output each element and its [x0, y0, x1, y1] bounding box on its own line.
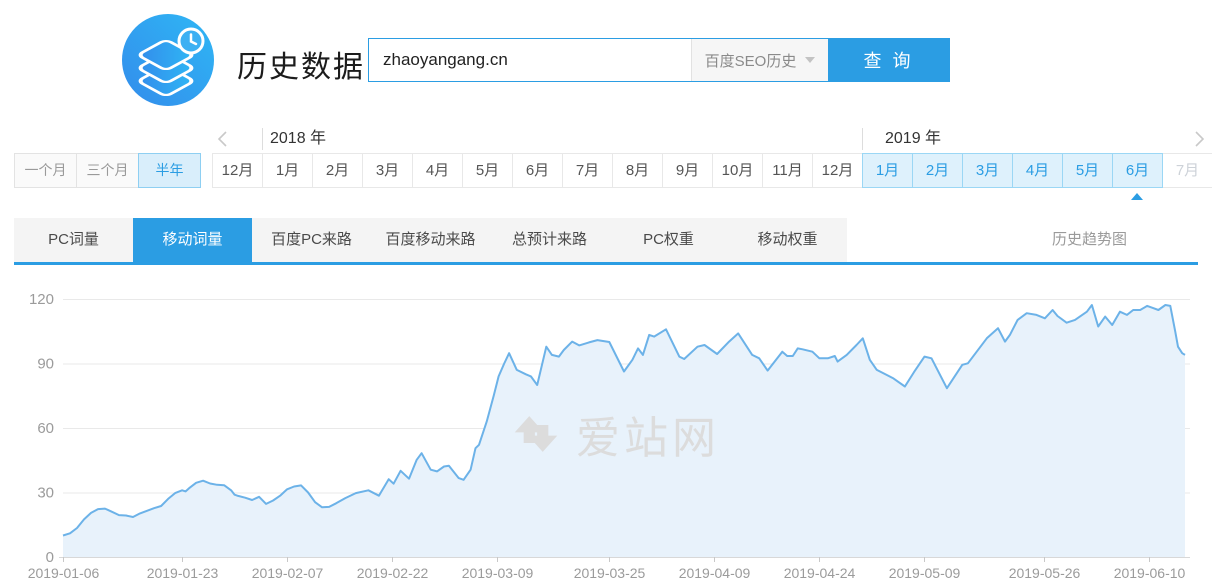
month-cell-6[interactable]: 6月 — [512, 153, 563, 188]
year-label-2018: 2018 年 — [270, 127, 326, 151]
chevron-down-icon — [805, 57, 815, 63]
month-cell-0[interactable]: 12月 — [212, 153, 263, 188]
period-three-months[interactable]: 三个月 — [76, 153, 139, 188]
tab-baidu-mobile-traffic[interactable]: 百度移动来路 — [371, 218, 490, 262]
svg-text:2019-01-06: 2019-01-06 — [28, 565, 100, 581]
month-cell-13[interactable]: 1月 — [862, 153, 913, 188]
svg-text:2019-03-09: 2019-03-09 — [462, 565, 534, 581]
month-cell-12[interactable]: 12月 — [812, 153, 863, 188]
year-divider — [862, 128, 863, 150]
month-cell-2[interactable]: 2月 — [312, 153, 363, 188]
svg-text:120: 120 — [29, 291, 54, 308]
area-chart-canvas: 0 30 60 90 120 2019-01-06 2019-01-23 2019-02-07… — [0, 280, 1212, 588]
history-data-icon — [122, 14, 214, 106]
month-cell-16[interactable]: 4月 — [1012, 153, 1063, 188]
tab-pc-weight[interactable]: PC权重 — [609, 218, 728, 262]
selected-month-pointer-icon — [1131, 193, 1143, 200]
month-cell-9[interactable]: 9月 — [662, 153, 713, 188]
prev-year-icon[interactable] — [214, 129, 232, 149]
svg-text:60: 60 — [37, 420, 54, 437]
clock-badge-icon — [179, 29, 203, 53]
year-label-2019: 2019 年 — [885, 127, 941, 151]
svg-text:2019-02-22: 2019-02-22 — [357, 565, 429, 581]
svg-text:2019-04-09: 2019-04-09 — [679, 565, 751, 581]
month-cell-11[interactable]: 11月 — [762, 153, 813, 188]
month-cell-19: 7月 — [1162, 153, 1212, 188]
svg-text:2019-05-09: 2019-05-09 — [889, 565, 961, 581]
next-year-icon[interactable] — [1190, 129, 1208, 149]
svg-text:2019-03-25: 2019-03-25 — [574, 565, 646, 581]
svg-text:30: 30 — [37, 485, 54, 502]
month-cell-18[interactable]: 6月 — [1112, 153, 1163, 188]
tab-total-traffic[interactable]: 总预计来路 — [490, 218, 609, 262]
search-box: 百度SEO历史 查 询 — [368, 38, 950, 82]
seo-history-select[interactable]: 百度SEO历史 — [691, 39, 828, 81]
page: { "header": { "title": "历史数据", "search":… — [0, 0, 1212, 588]
month-cell-15[interactable]: 3月 — [962, 153, 1013, 188]
tab-underline — [14, 262, 1198, 265]
period-one-month[interactable]: 一个月 — [14, 153, 77, 188]
seo-history-select-label: 百度SEO历史 — [705, 50, 797, 71]
svg-text:2019-06-10: 2019-06-10 — [1114, 565, 1186, 581]
month-cell-1[interactable]: 1月 — [262, 153, 313, 188]
svg-text:2019-04-24: 2019-04-24 — [784, 565, 856, 581]
month-cell-17[interactable]: 5月 — [1062, 153, 1113, 188]
query-button[interactable]: 查 询 — [828, 39, 949, 81]
svg-text:2019-01-23: 2019-01-23 — [147, 565, 219, 581]
month-cell-14[interactable]: 2月 — [912, 153, 963, 188]
month-cell-7[interactable]: 7月 — [562, 153, 613, 188]
svg-text:0: 0 — [46, 549, 54, 566]
svg-text:2019-05-26: 2019-05-26 — [1009, 565, 1081, 581]
tab-mobile-words[interactable]: 移动词量 — [133, 218, 252, 262]
trend-chart-label: 历史趋势图 — [1052, 218, 1127, 262]
month-strip: 12月1月2月3月4月5月6月7月8月9月10月11月12月1月2月3月4月5月… — [212, 153, 1212, 188]
page-title: 历史数据 — [237, 42, 365, 86]
metric-tab-bar: PC词量移动词量百度PC来路百度移动来路总预计来路PC权重移动权重 — [14, 218, 847, 262]
period-half-year[interactable]: 半年 — [138, 153, 201, 188]
history-trend-chart: 0 30 60 90 120 2019-01-06 2019-01-23 2019-02-07… — [0, 280, 1212, 588]
month-cell-8[interactable]: 8月 — [612, 153, 663, 188]
tab-pc-words[interactable]: PC词量 — [14, 218, 133, 262]
svg-text:90: 90 — [37, 356, 54, 373]
month-cell-4[interactable]: 4月 — [412, 153, 463, 188]
domain-search-input[interactable] — [369, 39, 691, 81]
tab-mobile-weight[interactable]: 移动权重 — [728, 218, 847, 262]
month-cell-3[interactable]: 3月 — [362, 153, 413, 188]
svg-text:2019-02-07: 2019-02-07 — [252, 565, 324, 581]
month-cell-5[interactable]: 5月 — [462, 153, 513, 188]
year-divider — [262, 128, 263, 150]
period-group: 一个月三个月半年 — [14, 153, 201, 188]
month-cell-10[interactable]: 10月 — [712, 153, 763, 188]
tab-baidu-pc-traffic[interactable]: 百度PC来路 — [252, 218, 371, 262]
